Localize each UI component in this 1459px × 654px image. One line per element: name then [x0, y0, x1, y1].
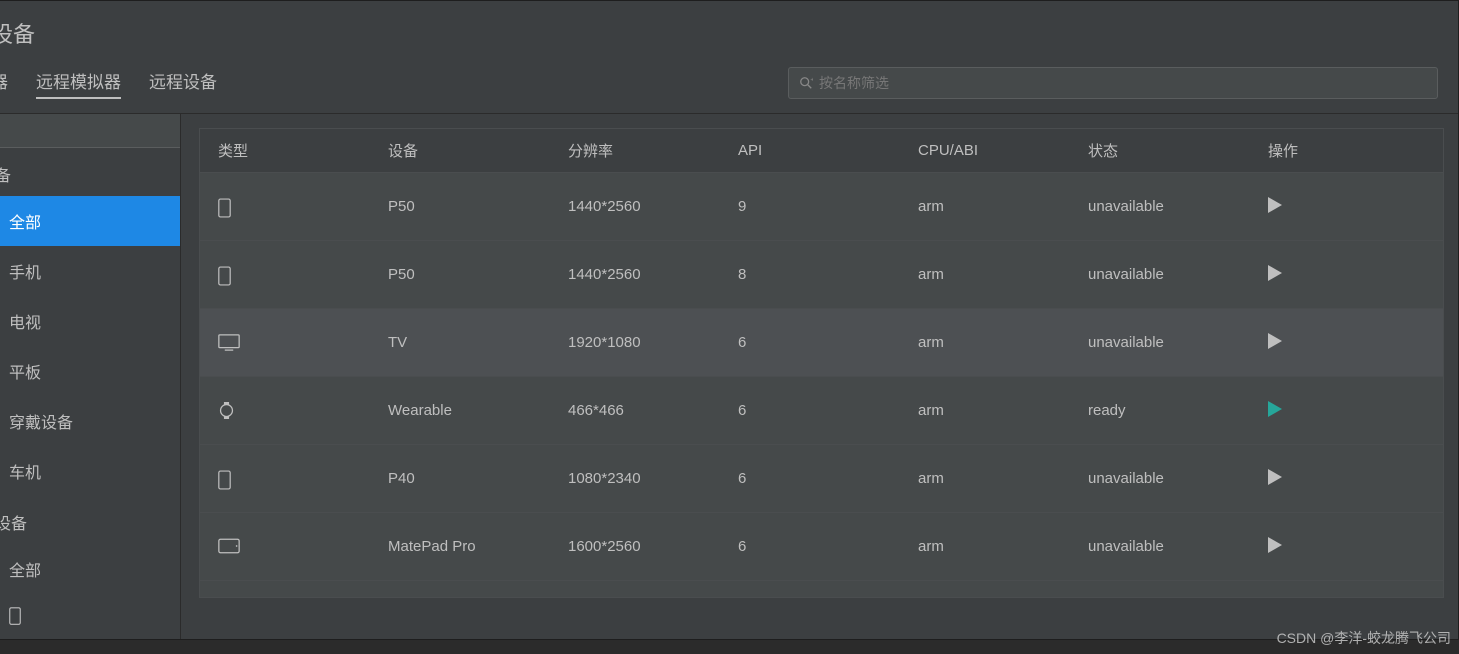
cell-resolution: 1440*2560: [550, 198, 720, 215]
phone-icon: [9, 607, 27, 625]
play-icon[interactable]: [1268, 469, 1282, 485]
table-row[interactable]: P501440*25608armunavailable: [200, 241, 1443, 309]
cell-device: P50: [370, 266, 550, 283]
sidebar-item-wearable[interactable]: 穿戴设备: [0, 396, 180, 446]
cell-resolution: 1920*1080: [550, 334, 720, 351]
tab-local[interactable]: 器: [0, 68, 8, 99]
sidebar-item-tv[interactable]: 电视: [0, 296, 180, 346]
table-row[interactable]: P401080*23406armunavailable: [200, 445, 1443, 513]
cell-api: 6: [720, 538, 900, 555]
phone-icon: [218, 470, 236, 488]
cell-api: 8: [720, 266, 900, 283]
cell-status: unavailable: [1070, 334, 1250, 351]
sidebar-filter-input[interactable]: [0, 114, 180, 148]
cell-device: Wearable: [370, 402, 550, 419]
tab-remote-emulator[interactable]: 远程模拟器: [36, 68, 121, 99]
device-table: 类型 设备 分辨率 API CPU/ABI 状态 操作 P501440*2560…: [199, 128, 1444, 598]
search-icon: +: [799, 76, 813, 90]
search-field[interactable]: [819, 75, 1427, 91]
header-device: 设备: [370, 140, 550, 161]
cell-cpu: arm: [900, 470, 1070, 487]
table-row[interactable]: Wearable466*4666armready: [200, 377, 1443, 445]
header-status: 状态: [1070, 140, 1250, 161]
tablet-icon: [218, 538, 236, 556]
cell-status: unavailable: [1070, 266, 1250, 283]
cell-cpu: arm: [900, 538, 1070, 555]
table-row[interactable]: P501440*25609armunavailable: [200, 173, 1443, 241]
phone-icon: [218, 266, 236, 284]
table-row[interactable]: MatePad Pro1600*25606armunavailable: [200, 513, 1443, 581]
svg-text:+: +: [810, 76, 813, 83]
play-icon[interactable]: [1268, 537, 1282, 553]
sidebar-group-my: 设备: [0, 496, 180, 544]
cell-status: unavailable: [1070, 538, 1250, 555]
sidebar-item-all[interactable]: 全部: [0, 196, 180, 246]
page-title: 设备: [0, 1, 1458, 59]
cell-device: MatePad Pro: [370, 538, 550, 555]
header-action: 操作: [1250, 140, 1443, 161]
cell-status: unavailable: [1070, 198, 1250, 215]
cell-cpu: arm: [900, 402, 1070, 419]
cell-cpu: arm: [900, 334, 1070, 351]
header-cpu: CPU/ABI: [900, 142, 1070, 159]
header-resolution: 分辨率: [550, 140, 720, 161]
cell-device: P50: [370, 198, 550, 215]
play-icon[interactable]: [1268, 265, 1282, 281]
sidebar-item-my-all[interactable]: 全部: [0, 544, 180, 594]
cell-status: unavailable: [1070, 470, 1250, 487]
table-row[interactable]: TV1920*10806armunavailable: [200, 309, 1443, 377]
sidebar-item-phone[interactable]: 手机: [0, 246, 180, 296]
cell-resolution: 466*466: [550, 402, 720, 419]
sidebar-item-car[interactable]: 车机: [0, 446, 180, 496]
watch-icon: [218, 402, 236, 420]
sidebar: 备 全部 手机 电视 平板 穿戴设备 车机 设备 全部: [0, 114, 181, 639]
search-input[interactable]: +: [788, 67, 1438, 99]
header-type: 类型: [200, 140, 370, 161]
phone-icon: [218, 198, 236, 216]
cell-resolution: 1080*2340: [550, 470, 720, 487]
cell-status: ready: [1070, 402, 1250, 419]
play-icon[interactable]: [1268, 401, 1282, 417]
cell-device: TV: [370, 334, 550, 351]
tv-icon: [218, 334, 236, 352]
cell-cpu: arm: [900, 198, 1070, 215]
table-empty-area: [200, 581, 1443, 597]
header-api: API: [720, 142, 900, 159]
cell-resolution: 1600*2560: [550, 538, 720, 555]
tab-remote-device[interactable]: 远程设备: [149, 68, 217, 99]
play-icon[interactable]: [1268, 333, 1282, 349]
watermark: CSDN @李洋-蛟龙腾飞公司: [1277, 628, 1451, 648]
cell-api: 6: [720, 470, 900, 487]
cell-device: P40: [370, 470, 550, 487]
tabs-bar: 器 远程模拟器 远程设备: [0, 68, 217, 99]
sidebar-item-device-icon[interactable]: [0, 594, 180, 638]
cell-api: 6: [720, 402, 900, 419]
sidebar-item-tablet[interactable]: 平板: [0, 346, 180, 396]
cell-cpu: arm: [900, 266, 1070, 283]
cell-resolution: 1440*2560: [550, 266, 720, 283]
cell-api: 6: [720, 334, 900, 351]
sidebar-group-remote: 备: [0, 148, 180, 196]
cell-api: 9: [720, 198, 900, 215]
table-header-row: 类型 设备 分辨率 API CPU/ABI 状态 操作: [200, 129, 1443, 173]
play-icon[interactable]: [1268, 197, 1282, 213]
